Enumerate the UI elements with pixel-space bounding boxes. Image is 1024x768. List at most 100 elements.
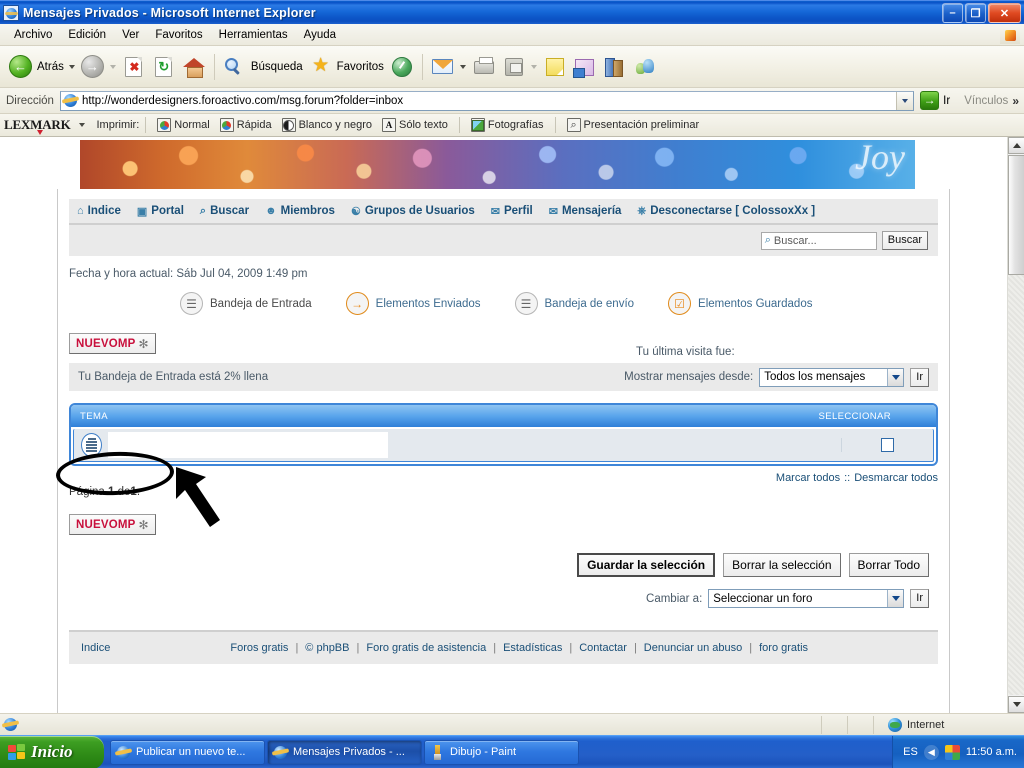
folder-saved[interactable]: ☑ Elementos Guardados [668,292,812,315]
scrollbar-thumb[interactable] [1008,155,1024,275]
notes-button[interactable] [540,49,570,85]
go-button[interactable]: → Ir [920,91,950,110]
edit-chevron-down-icon[interactable] [530,64,537,69]
delete-selection-button[interactable]: Borrar la selección [723,553,841,577]
back-history-chevron-down-icon[interactable] [68,64,75,69]
close-button[interactable]: ✕ [988,3,1021,23]
lexmark-photos[interactable]: Fotografías [466,118,549,132]
chevron-down-icon-2[interactable] [887,590,904,607]
footer-link-foro-gratis[interactable]: foro gratis [759,642,808,654]
start-button[interactable]: Inicio [0,735,104,768]
footer-link-foros-gratis[interactable]: Foros gratis [230,642,288,654]
mail-chevron-down-icon[interactable] [459,64,466,69]
footer-link-estadisticas[interactable]: Estadísticas [503,642,562,654]
table-row[interactable] [73,429,934,462]
address-input[interactable]: http://wonderdesigners.foroactivo.com/ms… [59,90,915,111]
show-from-select[interactable]: Todos los mensajes [759,367,905,387]
forum-nav-mensajeria[interactable]: ✉ Mensajería [549,205,622,218]
lexmark-print-bw[interactable]: Blanco y negro [277,118,377,132]
menu-item-herramientas[interactable]: Herramientas [211,27,296,43]
asterisk-icon: ✻ [138,336,149,351]
forum-nav-grupos[interactable]: ☯ Grupos de Usuarios [351,205,475,218]
lexmark-chevron-down-icon[interactable] [78,123,85,127]
forum-nav-portal[interactable]: ▣ Portal [137,205,184,218]
scroll-up-button[interactable] [1008,137,1024,154]
footer-link-indice[interactable]: Indice [81,642,110,654]
favorites-label: Favoritos [336,60,384,73]
menu-item-ayuda[interactable]: Ayuda [296,27,344,43]
forum-nav-miembros[interactable]: ☻ Miembros [265,205,335,217]
scrollbar-track[interactable] [1008,275,1024,695]
folder-outbox[interactable]: ☰ Bandeja de envío [514,292,634,315]
footer-link-denunciar[interactable]: Denunciar un abuso [644,642,742,654]
translate-button[interactable] [570,49,600,85]
show-from-go-button[interactable]: Ir [910,367,929,387]
new-pm-button-bottom[interactable]: NUEVOMP ✻ [69,514,156,535]
clock[interactable]: 11:50 a.m. [966,746,1017,758]
forward-history-chevron-down-icon[interactable] [109,64,116,69]
tray-app-icon[interactable] [944,744,960,760]
scroll-down-button[interactable] [1008,696,1024,713]
footer-link-contactar[interactable]: Contactar [579,642,627,654]
links-overflow-chevron-icon[interactable]: » [1012,94,1019,108]
favorites-button[interactable]: ★ Favoritos [306,49,387,85]
unmark-all-link[interactable]: Desmarcar todos [854,472,938,484]
forward-button[interactable]: → [78,49,119,85]
status-pane-1 [821,715,847,734]
security-zone[interactable]: Internet [873,715,1021,734]
taskbar-item-paint[interactable]: Dibujo - Paint [424,739,579,765]
refresh-button[interactable]: ↻ [149,49,179,85]
lexmark-print-text[interactable]: Sólo texto [377,118,453,132]
footer-link-asistencia[interactable]: Foro gratis de asistencia [366,642,486,654]
lexmark-print-normal[interactable]: Normal [152,118,214,132]
maximize-button[interactable]: ❐ [965,3,986,23]
folder-sent[interactable]: → Elementos Enviados [345,292,481,315]
links-label[interactable]: Vínculos [964,95,1008,107]
delete-all-button[interactable]: Borrar Todo [848,553,929,577]
forum-search-input[interactable]: ⌕ Buscar... [760,231,877,250]
save-selection-button[interactable]: Guardar la selección [577,553,716,577]
mail-button[interactable] [428,49,469,85]
menu-item-edicion[interactable]: Edición [60,27,114,43]
forum-nav-buscar[interactable]: ⌕ Buscar [200,205,249,218]
lexmark-print-rapida[interactable]: Rápida [215,118,277,132]
taskbar-item-mensajes[interactable]: Mensajes Privados - ... [267,739,422,765]
menu-item-archivo[interactable]: Archivo [6,27,60,43]
minimize-button[interactable]: – [942,3,963,23]
menu-item-favoritos[interactable]: Favoritos [147,27,210,43]
history-button[interactable] [387,49,417,85]
forum-nav-indice[interactable]: ⌂ Indice [77,205,121,217]
lexmark-divider-3 [554,117,556,133]
menu-item-ver[interactable]: Ver [114,27,147,43]
messenger-button[interactable] [630,49,660,85]
home-button[interactable] [179,49,209,85]
jump-to-go-button[interactable]: Ir [910,589,929,608]
jump-to-select[interactable]: Seleccionar un foro [708,589,905,608]
back-button[interactable]: ← Atrás [6,49,78,85]
forum-nav-perfil[interactable]: ✉ Perfil [491,205,533,218]
lexmark-divider-1 [145,117,147,133]
pm-select-checkbox[interactable] [881,438,894,452]
encarta-button[interactable] [600,49,630,85]
address-chevron-down-icon[interactable] [896,91,914,110]
footer-link-phpbb[interactable]: © phpBB [305,642,349,654]
chevron-down-icon[interactable] [887,368,904,386]
edit-button[interactable] [499,49,540,85]
print-button[interactable] [469,49,499,85]
stop-button[interactable]: ✖ [119,49,149,85]
language-indicator[interactable]: ES [903,746,918,758]
forum-footer: Indice Foros gratis | © phpBB | Foro gra… [69,630,938,664]
tray-expand-chevron-icon[interactable]: ◀ [923,744,939,760]
page-scrollbar[interactable] [1007,137,1024,713]
forum-nav-desconectarse[interactable]: ⎈ Desconectarse [ ColossoxXx ] [637,205,815,218]
search-button[interactable]: Búsqueda [220,49,306,85]
forum-search-button[interactable]: Buscar [881,231,928,250]
taskbar-item-publicar[interactable]: Publicar un nuevo te... [110,739,265,765]
new-pm-button-top[interactable]: NUEVOMP ✻ [69,333,156,354]
lexmark-preview[interactable]: Presentación preliminar [562,118,705,132]
color-print-icon-2 [219,118,234,132]
folder-inbox[interactable]: ☰ Bandeja de Entrada [180,292,312,315]
page-suffix: . [136,486,141,498]
footer-sep-3: | [493,642,497,654]
mark-all-link[interactable]: Marcar todos [776,472,840,484]
